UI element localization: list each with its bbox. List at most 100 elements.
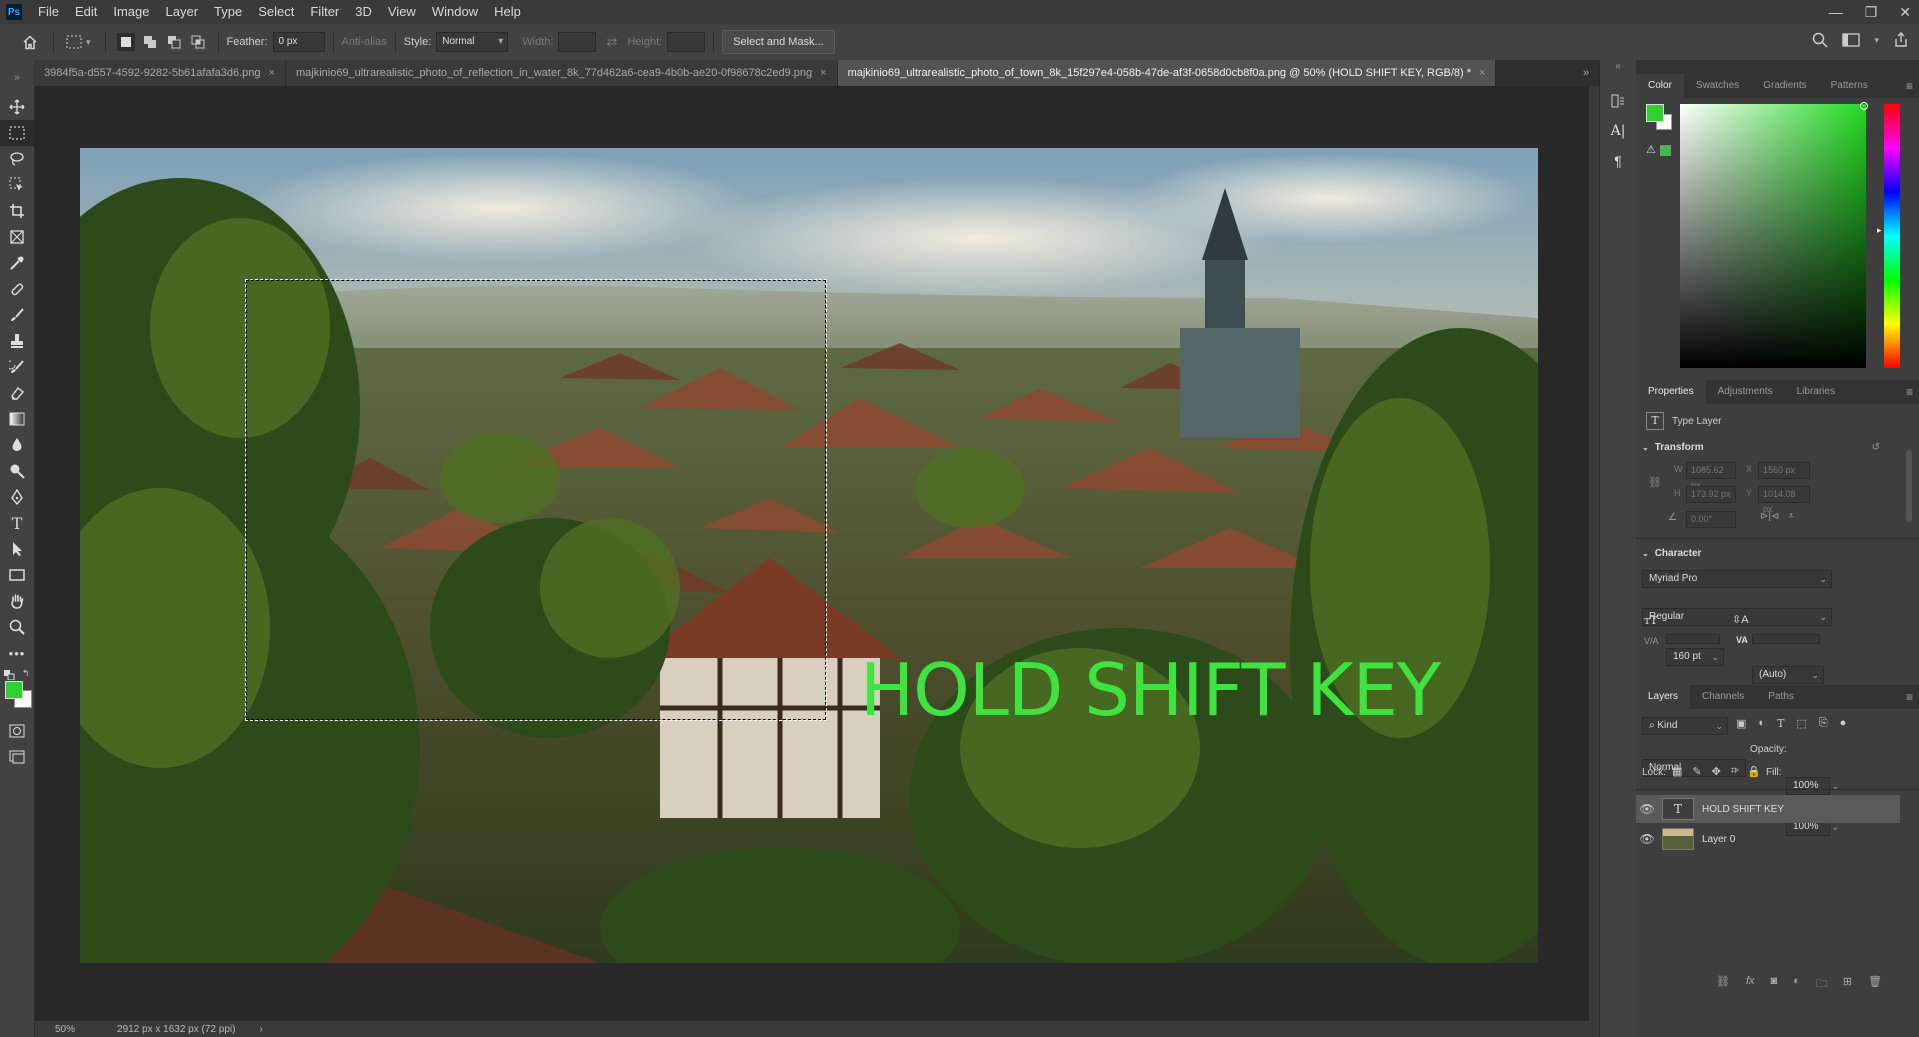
layer-row-image[interactable]: 👁 Layer 0: [1636, 825, 1900, 853]
dodge-tool-icon[interactable]: [0, 458, 34, 484]
y-field[interactable]: 1014.08 px: [1758, 486, 1810, 514]
screen-mode-icon[interactable]: [0, 744, 34, 770]
panel-menu-icon[interactable]: ≡: [1894, 380, 1919, 404]
menu-type[interactable]: Type: [206, 0, 250, 24]
gamut-warning-icon[interactable]: ⚠: [1646, 143, 1656, 156]
tab-document-2[interactable]: majkinio69_ultrarealistic_photo_of_refle…: [285, 60, 838, 86]
workspace-icon[interactable]: [1842, 32, 1861, 48]
crop-tool-icon[interactable]: [0, 198, 34, 224]
history-brush-tool-icon[interactable]: [0, 354, 34, 380]
antialias-checkbox[interactable]: Anti-alias: [342, 36, 387, 48]
flip-horizontal-icon[interactable]: ⊳|⊲: [1760, 511, 1779, 522]
tab-properties[interactable]: Properties: [1636, 380, 1706, 404]
blur-tool-icon[interactable]: [0, 432, 34, 458]
eraser-tool-icon[interactable]: [0, 380, 34, 406]
link-layers-icon[interactable]: ⛓: [1716, 975, 1730, 994]
lock-all-icon[interactable]: 🔒: [1747, 765, 1761, 778]
default-colors-icon[interactable]: [4, 670, 16, 680]
layer-style-icon[interactable]: fx: [1746, 975, 1755, 994]
lock-pixels-icon[interactable]: ✎: [1692, 765, 1701, 778]
frame-tool-icon[interactable]: [0, 224, 34, 250]
selection-marquee[interactable]: [245, 279, 827, 721]
color-field[interactable]: [1680, 104, 1866, 368]
properties-scrollbar[interactable]: [1906, 450, 1912, 522]
height-input[interactable]: [667, 32, 706, 52]
angle-field[interactable]: 0.00°: [1686, 511, 1736, 528]
new-selection-icon[interactable]: [116, 33, 135, 51]
tab-paths[interactable]: Paths: [1756, 685, 1806, 709]
tab-adjustments[interactable]: Adjustments: [1706, 380, 1785, 404]
leading-select[interactable]: (Auto) ⌄: [1752, 666, 1824, 684]
visibility-eye-icon[interactable]: 👁: [1636, 832, 1658, 846]
move-tool-icon[interactable]: [0, 94, 34, 120]
menu-file[interactable]: File: [30, 0, 67, 24]
delete-layer-icon[interactable]: 🗑: [1868, 975, 1882, 994]
menu-filter[interactable]: Filter: [302, 0, 347, 24]
tabs-overflow-icon[interactable]: »: [1573, 60, 1599, 86]
flip-vertical-icon[interactable]: ⩡: [1788, 510, 1794, 523]
object-selection-tool-icon[interactable]: [0, 172, 34, 198]
hand-tool-icon[interactable]: [0, 588, 34, 614]
tab-document-active[interactable]: majkinio69_ultrarealistic_photo_of_town_…: [837, 60, 1497, 86]
x-field[interactable]: 1560 px: [1758, 462, 1810, 479]
tab-color[interactable]: Color: [1636, 74, 1684, 98]
tab-libraries[interactable]: Libraries: [1785, 380, 1847, 404]
menu-help[interactable]: Help: [486, 0, 529, 24]
opacity-field[interactable]: 100% ⌄: [1786, 777, 1839, 795]
gradient-tool-icon[interactable]: [0, 406, 34, 432]
zoom-level[interactable]: 50%: [55, 1024, 75, 1035]
swap-dimensions-icon[interactable]: ⇄: [606, 34, 617, 50]
close-icon[interactable]: ×: [1479, 60, 1485, 86]
lasso-tool-icon[interactable]: [0, 146, 34, 172]
style-select[interactable]: Normal ▾: [436, 32, 509, 52]
tab-layers[interactable]: Layers: [1636, 685, 1691, 709]
type-tool-icon[interactable]: T: [0, 510, 34, 536]
share-icon[interactable]: [1893, 32, 1909, 48]
quick-mask-icon[interactable]: [0, 718, 34, 744]
rectangular-marquee-preset-icon[interactable]: [65, 33, 83, 51]
collapse-toolbar-icon[interactable]: »: [0, 60, 34, 94]
new-group-icon[interactable]: 🗀: [1816, 975, 1827, 994]
add-to-selection-icon[interactable]: [141, 33, 159, 51]
gamut-swatch[interactable]: [1660, 145, 1671, 156]
more-tools-icon[interactable]: •••: [0, 640, 34, 666]
subtract-from-selection-icon[interactable]: [165, 33, 183, 51]
collapse-dock-icon[interactable]: «: [1600, 60, 1636, 86]
link-dimensions-icon[interactable]: ⛓: [1648, 476, 1662, 489]
minimize-button[interactable]: —: [1829, 0, 1843, 24]
character-section-header[interactable]: ⌄ Character: [1642, 548, 1701, 559]
tab-patterns[interactable]: Patterns: [1819, 74, 1880, 98]
rectangle-tool-icon[interactable]: [0, 562, 34, 588]
swap-colors-icon[interactable]: ↰: [22, 668, 30, 679]
layer-row-text[interactable]: 👁 T HOLD SHIFT KEY: [1636, 795, 1900, 823]
filter-toggle-icon[interactable]: ●: [1840, 717, 1847, 730]
pen-tool-icon[interactable]: [0, 484, 34, 510]
menu-select[interactable]: Select: [250, 0, 302, 24]
pixel-layer-filter-icon[interactable]: ▣: [1736, 717, 1746, 730]
close-icon[interactable]: ×: [269, 60, 275, 86]
rectangular-marquee-tool-icon[interactable]: [0, 120, 34, 146]
paragraph-panel-icon[interactable]: ¶: [1600, 146, 1636, 176]
clone-stamp-tool-icon[interactable]: [0, 328, 34, 354]
transform-section-header[interactable]: ⌄ Transform ↺: [1642, 442, 1910, 453]
brush-tool-icon[interactable]: [0, 302, 34, 328]
width-field[interactable]: 1085.62 px: [1686, 462, 1736, 490]
close-window-button[interactable]: ✕: [1899, 0, 1911, 24]
canvas-type-layer-text[interactable]: HOLD SHIFT KEY: [860, 648, 1441, 732]
menu-window[interactable]: Window: [424, 0, 486, 24]
home-icon[interactable]: [18, 33, 42, 51]
hue-slider-handle[interactable]: ▸: [1877, 225, 1882, 236]
tracking-field[interactable]: [1752, 634, 1820, 644]
menu-image[interactable]: Image: [105, 0, 157, 24]
chevron-down-icon[interactable]: ▾: [86, 37, 91, 48]
new-layer-icon[interactable]: ⊞: [1843, 975, 1852, 994]
path-selection-tool-icon[interactable]: [0, 536, 34, 562]
history-panel-icon[interactable]: [1600, 86, 1636, 116]
lock-transparency-icon[interactable]: ▦: [1672, 765, 1682, 778]
close-icon[interactable]: ×: [820, 60, 826, 86]
foreground-color-swatch[interactable]: [5, 681, 23, 699]
menu-view[interactable]: View: [380, 0, 424, 24]
kerning-field[interactable]: [1666, 634, 1720, 644]
restore-button[interactable]: ❐: [1865, 0, 1878, 24]
adjustment-layer-icon[interactable]: ◐: [1793, 975, 1800, 994]
